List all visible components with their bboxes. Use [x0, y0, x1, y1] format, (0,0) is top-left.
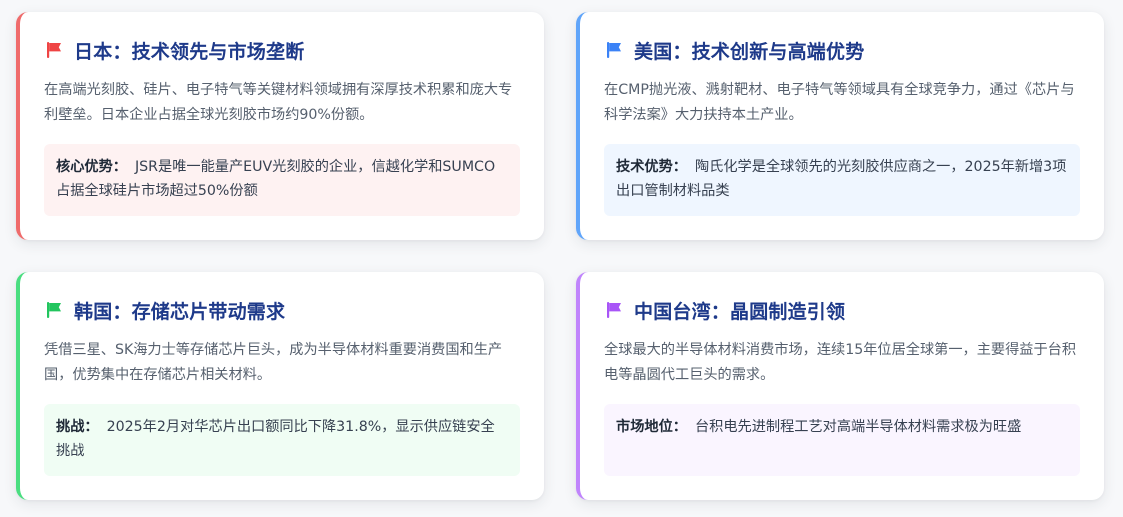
card-header: 日本：技术领先与市场垄断: [44, 36, 520, 64]
highlight-callout: 核心优势： JSR是唯一能量产EUV光刻胶的企业，信越化学和SUMCO占据全球硅片…: [44, 144, 520, 216]
card-header: 韩国：存储芯片带动需求: [44, 296, 520, 324]
card-header: 美国：技术创新与高端优势: [604, 36, 1080, 64]
flag-icon: [607, 42, 621, 58]
callout-label: 核心优势：: [56, 159, 127, 175]
card-description: 在高端光刻胶、硅片、电子特气等关键材料领域拥有深厚技术积累和庞大专利壁垒。日本企…: [44, 82, 513, 123]
region-card-japan: 日本：技术领先与市场垄断 在高端光刻胶、硅片、电子特气等关键材料领域拥有深厚技术…: [16, 12, 544, 240]
region-card-korea: 韩国：存储芯片带动需求 凭借三星、SK海力士等存储芯片巨头，成为半导体材料重要消…: [16, 272, 544, 500]
card-title: 韩国：存储芯片带动需求: [74, 300, 286, 323]
card-title: 美国：技术创新与高端优势: [634, 40, 865, 63]
callout-text: 2025年2月对华芯片出口额同比下降31.8%，显示供应链安全挑战: [56, 419, 495, 459]
flag-icon: [607, 302, 621, 318]
highlight-callout: 技术优势： 陶氏化学是全球领先的光刻胶供应商之一，2025年新增3项出口管制材料品…: [604, 144, 1080, 216]
card-description: 在CMP抛光液、溅射靶材、电子特气等领域具有全球竞争力，通过《芯片与科学法案》大…: [604, 82, 1075, 123]
card-title: 中国台湾：晶圆制造引领: [634, 300, 846, 323]
region-cards-grid: 日本：技术领先与市场垄断 在高端光刻胶、硅片、电子特气等关键材料领域拥有深厚技术…: [16, 12, 1104, 502]
card-description: 凭借三星、SK海力士等存储芯片巨头，成为半导体材料重要消费国和生产国，优势集中在…: [44, 342, 503, 383]
card-description: 全球最大的半导体材料消费市场，连续15年位居全球第一，主要得益于台积电等晶圆代工…: [604, 342, 1077, 383]
flag-icon: [47, 302, 61, 318]
region-card-usa: 美国：技术创新与高端优势 在CMP抛光液、溅射靶材、电子特气等领域具有全球竞争力…: [576, 12, 1104, 240]
card-header: 中国台湾：晶圆制造引领: [604, 296, 1080, 324]
callout-label: 挑战：: [56, 419, 99, 435]
highlight-callout: 挑战： 2025年2月对华芯片出口额同比下降31.8%，显示供应链安全挑战: [44, 404, 520, 476]
callout-text: 台积电先进制程工艺对高端半导体材料需求极为旺盛: [694, 419, 1022, 435]
region-card-taiwan: 中国台湾：晶圆制造引领 全球最大的半导体材料消费市场，连续15年位居全球第一，主…: [576, 272, 1104, 500]
highlight-callout: 市场地位： 台积电先进制程工艺对高端半导体材料需求极为旺盛: [604, 404, 1080, 476]
flag-icon: [47, 42, 61, 58]
card-title: 日本：技术领先与市场垄断: [74, 40, 305, 63]
callout-label: 技术优势：: [616, 159, 687, 175]
callout-label: 市场地位：: [616, 419, 687, 435]
